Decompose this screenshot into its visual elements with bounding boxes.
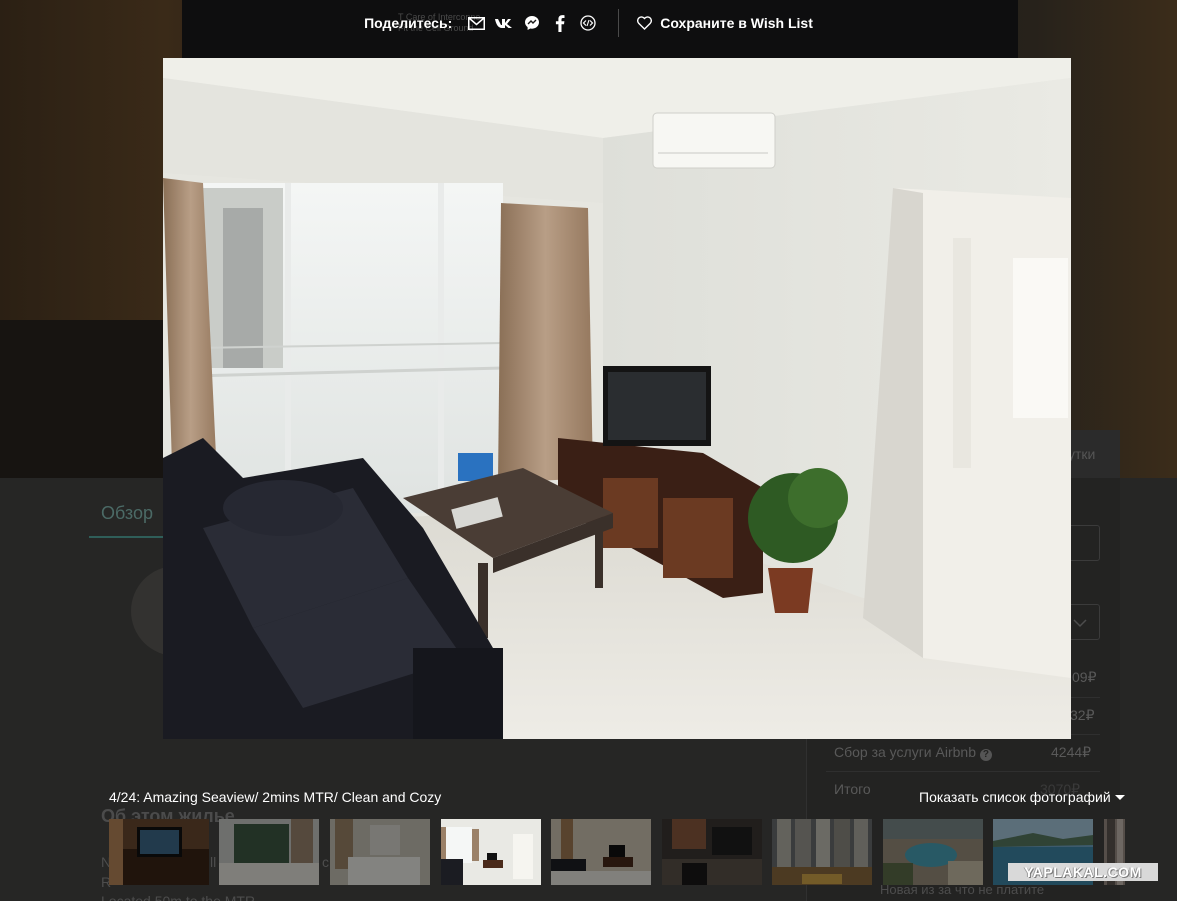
show-photo-list-label: Показать список фотографий bbox=[919, 789, 1111, 805]
thumb-tv-room[interactable] bbox=[109, 819, 209, 885]
thumb-living-room-wide[interactable] bbox=[551, 819, 651, 885]
background-service-fee-text: Сбор за услуги Airbnb bbox=[834, 744, 976, 760]
main-photo[interactable] bbox=[163, 58, 1071, 739]
mail-icon[interactable] bbox=[467, 14, 485, 32]
thumbnail-strip bbox=[109, 819, 1125, 885]
thumb-living-room[interactable] bbox=[441, 819, 541, 885]
thumb-kitchen[interactable] bbox=[662, 819, 762, 885]
thumb-pool-aerial[interactable] bbox=[883, 819, 983, 885]
save-wishlist-label: Сохраните в Wish List bbox=[660, 15, 813, 31]
watermark: YAPLAKAL.COM bbox=[1008, 863, 1158, 881]
thumb-towers[interactable] bbox=[772, 819, 872, 885]
background-total-label: Итого bbox=[834, 781, 871, 797]
facebook-icon[interactable] bbox=[551, 14, 569, 32]
background-service-fee-label: Сбор за услуги Airbnb ? bbox=[834, 744, 992, 761]
vk-icon[interactable] bbox=[495, 14, 513, 32]
show-photo-list-button[interactable]: Показать список фотографий bbox=[919, 789, 1125, 805]
caret-down-icon bbox=[1114, 794, 1125, 800]
thumb-bedroom-window[interactable] bbox=[219, 819, 319, 885]
background-price-row-2: 32₽ bbox=[1070, 707, 1095, 723]
share-label: Поделитесь: bbox=[364, 15, 453, 31]
photo-caption: 4/24: Amazing Seaview/ 2mins MTR/ Clean … bbox=[109, 789, 442, 805]
embed-icon[interactable] bbox=[579, 14, 597, 32]
messenger-icon[interactable] bbox=[523, 14, 541, 32]
background-divider bbox=[826, 771, 1100, 772]
background-tab-underline bbox=[89, 536, 164, 538]
background-shadow bbox=[0, 320, 165, 478]
background-price-row-1: 09₽ bbox=[1072, 669, 1097, 685]
share-bar: Поделитесь: Сохраните в Wish List bbox=[0, 0, 1177, 46]
share-separator bbox=[618, 9, 620, 37]
background-text-line: Located 50m to the MTR bbox=[101, 893, 256, 901]
question-icon: ? bbox=[979, 749, 992, 761]
background-service-fee-value: 4244₽ bbox=[1051, 744, 1092, 760]
background-tab-overview: Обзор bbox=[101, 503, 153, 523]
heart-icon bbox=[637, 16, 653, 30]
background-booking-header-text: утки bbox=[1068, 446, 1096, 462]
thumb-bedroom-bed[interactable] bbox=[330, 819, 430, 885]
save-wishlist-button[interactable]: Сохраните в Wish List bbox=[637, 15, 813, 31]
